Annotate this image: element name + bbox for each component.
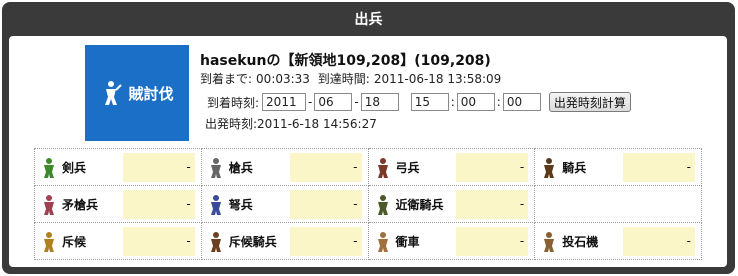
unit-label: 弩兵 (228, 198, 253, 212)
unit-label: 剣兵 (62, 161, 87, 175)
arrival-input-label: 到着時刻: (207, 95, 260, 110)
unit-name: 騎兵 (539, 149, 586, 186)
sortie-panel: 賊討伐 hasekunの【新領地109,208】(109,208) 到着まで: 0… (9, 36, 727, 267)
arrival-time-label: 到達時間: (317, 72, 370, 86)
arrival-time-input-row: 到着時刻: - - : : 出発時刻計算 (200, 92, 720, 112)
arrival-summary: 到着まで: 00:03:33 到達時間: 2011-06-18 13:58:09 (200, 70, 720, 86)
unit-name: 近衛騎兵 (373, 186, 444, 223)
unit-name: 槍兵 (206, 149, 253, 186)
soldier-silhouette-icon (105, 81, 123, 105)
unit-cell: 投石機 - (534, 222, 702, 260)
day-input[interactable] (360, 93, 399, 111)
second-input[interactable] (502, 93, 541, 111)
unit-label: 衝車 (395, 235, 420, 249)
unit-count: - (289, 227, 362, 256)
unit-name: 弓兵 (373, 149, 420, 186)
unit-name: 矛槍兵 (39, 186, 98, 223)
departure-label: 出発時刻: (205, 117, 258, 131)
unit-table: 剣兵 - 槍兵 - 弓兵 - 騎兵 - 矛槍兵 - 弩兵 - 近衛騎兵 - 斥候 - 斥候騎兵 - 衝車 - 投石機 - (34, 148, 702, 260)
unit-count: - (623, 153, 695, 182)
unit-count: - (623, 227, 695, 256)
swordsman-icon (44, 157, 54, 178)
unit-count: - (289, 190, 362, 219)
spearman-icon (210, 157, 221, 178)
unit-cell: 剣兵 - (34, 148, 202, 186)
time-separator: : (496, 95, 501, 109)
unit-name: 衝車 (373, 223, 420, 260)
unit-row: 剣兵 - 槍兵 - 弓兵 - 騎兵 - (34, 148, 702, 186)
unit-name: 剣兵 (39, 149, 86, 186)
mission-type-label: 賊討伐 (128, 84, 174, 103)
scout-icon (44, 231, 54, 252)
until-arrival-label: 到着まで: (200, 72, 253, 86)
unit-count: - (122, 190, 195, 219)
scout-cavalry-icon (210, 231, 221, 252)
pikeman-icon (44, 194, 54, 215)
hour-input[interactable] (410, 93, 449, 111)
unit-row: 矛槍兵 - 弩兵 - 近衛騎兵 - (34, 185, 702, 223)
guard-cavalry-icon (377, 194, 388, 215)
unit-count: - (122, 153, 195, 182)
empty-unit-cell (534, 185, 702, 223)
unit-row: 斥候 - 斥候騎兵 - 衝車 - 投石機 - (34, 222, 702, 260)
unit-name: 斥候 (39, 223, 86, 260)
cavalry-icon (544, 157, 555, 178)
time-separator: : (450, 95, 455, 109)
mission-info: hasekunの【新領地109,208】(109,208) 到着まで: 00:03… (200, 50, 720, 132)
unit-name: 弩兵 (206, 186, 253, 223)
unit-count: - (122, 227, 195, 256)
unit-cell: 斥候 - (34, 222, 202, 260)
crossbowman-icon (210, 194, 221, 215)
unit-label: 近衛騎兵 (395, 198, 444, 212)
unit-cell: 槍兵 - (200, 148, 369, 186)
unit-label: 投石機 (562, 235, 599, 249)
unit-cell: 騎兵 - (534, 148, 702, 186)
unit-label: 斥候 (62, 235, 87, 249)
battering-ram-icon (377, 231, 388, 252)
month-input[interactable] (314, 93, 353, 111)
date-separator: - (354, 95, 359, 109)
departure-time: 出発時刻:2011-6-18 14:56:27 (205, 115, 720, 132)
bandit-subjugation-icon: 賊討伐 (85, 45, 189, 141)
unit-label: 槍兵 (228, 161, 253, 175)
calculate-departure-button[interactable]: 出発時刻計算 (548, 92, 631, 112)
unit-label: 斥候騎兵 (228, 235, 277, 249)
unit-count: - (456, 227, 529, 256)
catapult-icon (544, 231, 555, 252)
unit-label: 騎兵 (562, 161, 587, 175)
unit-count: - (456, 190, 529, 219)
unit-cell: 弩兵 - (200, 185, 369, 223)
unit-label: 弓兵 (395, 161, 420, 175)
departure-value: 2011-6-18 14:56:27 (257, 117, 377, 131)
unit-name: 投石機 (539, 223, 598, 260)
unit-count: - (289, 153, 362, 182)
until-arrival-value: 00:03:33 (256, 72, 310, 86)
date-separator: - (308, 95, 313, 109)
unit-cell: 矛槍兵 - (34, 185, 202, 223)
sortie-window: 出兵 賊討伐 hasekunの【新領地109,208】(109,208) 到着ま… (2, 2, 735, 274)
arrival-time-value: 2011-06-18 13:58:09 (373, 72, 502, 86)
unit-label: 矛槍兵 (62, 198, 99, 212)
unit-cell: 斥候騎兵 - (200, 222, 369, 260)
unit-name: 斥候騎兵 (206, 223, 277, 260)
destination-title: hasekunの【新領地109,208】(109,208) (200, 53, 491, 69)
archer-icon (377, 157, 388, 178)
year-input[interactable] (262, 93, 307, 111)
unit-count: - (456, 153, 529, 182)
unit-cell: 衝車 - (367, 222, 536, 260)
window-title: 出兵 (354, 12, 383, 28)
minute-input[interactable] (456, 93, 495, 111)
unit-cell: 弓兵 - (367, 148, 536, 186)
unit-cell: 近衛騎兵 - (367, 185, 536, 223)
